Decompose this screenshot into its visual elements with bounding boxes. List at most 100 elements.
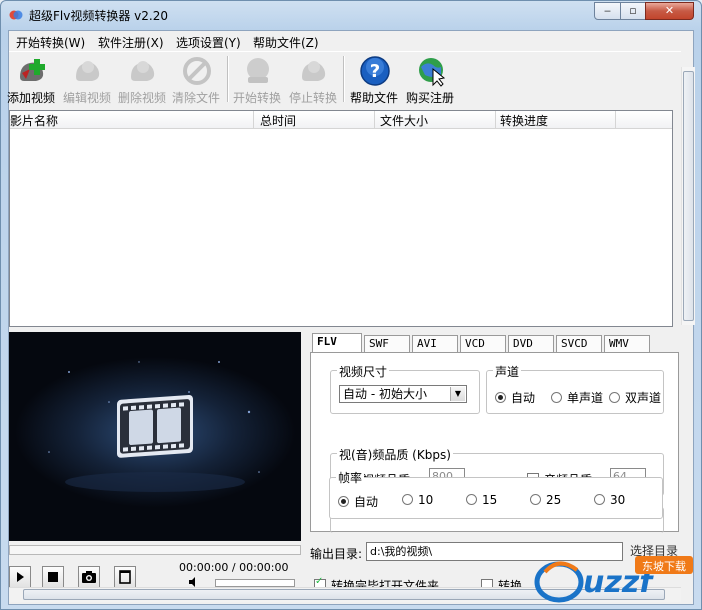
stop-convert-label: 停止转换 <box>288 91 337 105</box>
tab-flv[interactable]: FLV <box>312 333 362 353</box>
column-header-progress[interactable]: 转换进度 <box>500 112 548 129</box>
stop-convert-button[interactable]: 停止转换 <box>285 54 341 106</box>
seek-bar[interactable] <box>9 545 301 555</box>
radio-icon <box>551 392 562 403</box>
title-bar[interactable]: 超级Flv视频转换器 v2.20 ‒ ▫ ✕ <box>1 1 701 29</box>
channel-auto-radio[interactable]: 自动 <box>495 389 535 406</box>
column-divider[interactable] <box>615 111 616 128</box>
vertical-scrollbar[interactable] <box>681 67 695 325</box>
start-convert-button[interactable]: 开始转换 <box>229 54 285 106</box>
menu-register[interactable]: 软件注册(X) <box>98 34 164 51</box>
add-video-button[interactable]: 添加视频 <box>3 54 59 106</box>
film-logo-graphic <box>48 361 260 492</box>
buy-register-button[interactable]: 购买注册 <box>402 54 458 106</box>
video-size-dropdown[interactable]: 自动 - 初始大小 ▼ <box>339 385 467 403</box>
quality-title: 视(音)频品质 (Kbps) <box>337 446 453 463</box>
frame-rate-box: 自动 10 15 25 30 帧率 <box>329 469 663 519</box>
chevron-down-icon[interactable]: ▼ <box>450 387 465 401</box>
fps-auto-label: 自动 <box>354 495 379 509</box>
camera-icon <box>82 571 96 583</box>
play-icon <box>17 572 24 582</box>
vertical-scroll-thumb[interactable] <box>683 71 694 321</box>
menu-bar: 开始转换(W) 软件注册(X) 选项设置(Y) 帮助文件(Z) <box>9 31 693 51</box>
audio-channel-title: 声道 <box>493 363 522 380</box>
add-video-label: 添加视频 <box>6 91 55 105</box>
fps-30-radio[interactable]: 30 <box>594 493 625 507</box>
audio-channel-group: 声道 自动 单声道 双声道 <box>486 363 664 414</box>
close-button[interactable]: ✕ <box>645 2 694 20</box>
menu-start-convert[interactable]: 开始转换(W) <box>16 34 85 51</box>
channel-auto-label: 自动 <box>511 391 536 405</box>
file-list[interactable]: 影片名称 总时间 文件大小 转换进度 <box>9 110 673 327</box>
buy-register-label: 购买注册 <box>405 91 454 105</box>
menu-options[interactable]: 选项设置(Y) <box>176 34 241 51</box>
tab-vcd[interactable]: VCD <box>460 335 506 352</box>
fullscreen-button[interactable] <box>114 566 136 588</box>
tab-avi[interactable]: AVI <box>412 335 458 352</box>
video-size-title: 视频尺寸 <box>337 363 390 380</box>
column-divider[interactable] <box>495 111 496 128</box>
fps-10-radio[interactable]: 10 <box>402 493 433 507</box>
video-preview <box>9 332 301 541</box>
fps-10-label: 10 <box>418 493 434 507</box>
radio-icon <box>466 494 477 505</box>
edit-video-button[interactable]: 编辑视频 <box>59 54 115 106</box>
tab-dvd[interactable]: DVD <box>508 335 554 352</box>
radio-selected-icon <box>495 392 506 403</box>
stop-button[interactable] <box>42 566 64 588</box>
column-divider[interactable] <box>253 111 254 128</box>
stop-icon <box>48 572 58 582</box>
column-header-name[interactable]: 影片名称 <box>10 112 58 129</box>
radio-icon <box>530 494 541 505</box>
fullscreen-icon <box>119 570 131 584</box>
fps-25-radio[interactable]: 25 <box>530 493 561 507</box>
tab-wmv[interactable]: WMV <box>604 335 650 352</box>
tab-svcd[interactable]: SVCD <box>556 335 602 352</box>
start-convert-icon <box>247 58 269 83</box>
help-file-button[interactable]: ? 帮助文件 <box>346 54 402 106</box>
client-area: 开始转换(W) 软件注册(X) 选项设置(Y) 帮助文件(Z) 添加视频 编辑视… <box>7 30 695 605</box>
svg-text:?: ? <box>370 61 380 82</box>
svg-text:东坡下载: 东坡下载 <box>642 560 686 573</box>
clear-files-icon <box>183 57 211 85</box>
format-tabs: FLV SWF AVI VCD DVD SVCD WMV <box>312 333 682 353</box>
uzzf-watermark-logo: uzzf 东坡下载 <box>534 556 693 603</box>
stop-convert-icon <box>302 61 326 81</box>
fps-25-label: 25 <box>546 493 562 507</box>
play-button[interactable] <box>9 566 31 588</box>
column-header-size[interactable]: 文件大小 <box>380 112 428 129</box>
radio-icon <box>609 392 620 403</box>
frame-rate-title: 帧率 <box>336 469 365 486</box>
delete-video-button[interactable]: 删除视频 <box>114 54 170 106</box>
menu-help[interactable]: 帮助文件(Z) <box>253 34 319 51</box>
channel-stereo-radio[interactable]: 双声道 <box>609 389 661 406</box>
channel-stereo-label: 双声道 <box>625 391 662 405</box>
radio-selected-icon <box>338 496 349 507</box>
clear-files-label: 清除文件 <box>171 91 220 105</box>
channel-mono-label: 单声道 <box>567 391 604 405</box>
add-video-icon <box>20 59 45 81</box>
video-size-group: 视频尺寸 自动 - 初始大小 ▼ <box>330 363 480 414</box>
column-divider[interactable] <box>374 111 375 128</box>
delete-video-icon <box>131 61 155 81</box>
file-list-header: 影片名称 总时间 文件大小 转换进度 <box>10 111 672 129</box>
minimize-button[interactable]: ‒ <box>594 2 621 20</box>
column-header-duration[interactable]: 总时间 <box>260 112 296 129</box>
help-file-label: 帮助文件 <box>349 91 398 105</box>
channel-mono-radio[interactable]: 单声道 <box>551 389 603 406</box>
volume-slider[interactable] <box>215 579 295 587</box>
edit-video-icon <box>76 61 100 81</box>
fps-15-radio[interactable]: 15 <box>466 493 497 507</box>
help-icon: ? <box>360 56 390 86</box>
radio-icon <box>594 494 605 505</box>
window-title: 超级Flv视频转换器 v2.20 <box>29 9 168 23</box>
maximize-button[interactable]: ▫ <box>620 2 646 20</box>
snapshot-button[interactable] <box>78 566 100 588</box>
playback-time: 00:00:00 / 00:00:00 <box>179 561 289 574</box>
globe-cursor-icon <box>419 58 446 87</box>
clear-files-button[interactable]: 清除文件 <box>168 54 224 106</box>
fps-15-label: 15 <box>482 493 498 507</box>
tab-swf[interactable]: SWF <box>364 335 410 352</box>
start-convert-label: 开始转换 <box>232 91 281 105</box>
fps-auto-radio[interactable]: 自动 <box>338 493 378 510</box>
